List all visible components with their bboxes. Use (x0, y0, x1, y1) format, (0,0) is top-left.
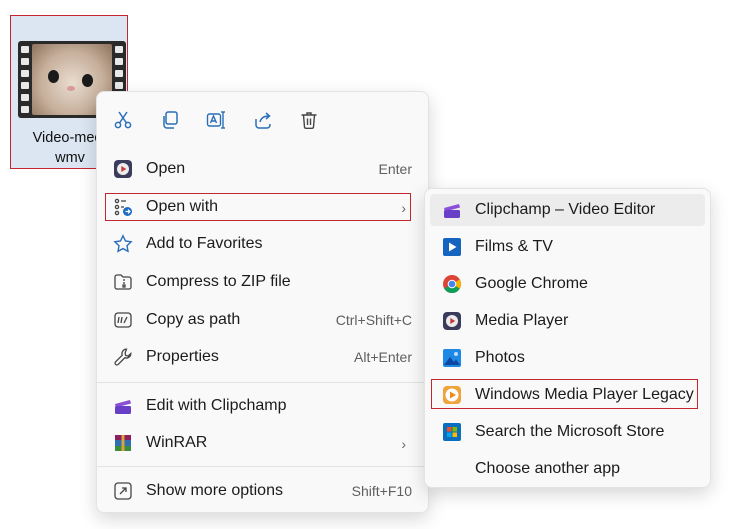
submenu-item-films-tv[interactable]: Films & TV (430, 231, 705, 263)
media-player-icon (442, 311, 462, 331)
media-player-icon (113, 159, 133, 179)
rename-button[interactable] (204, 108, 228, 132)
submenu-item-media-player[interactable]: Media Player (430, 305, 705, 337)
menu-separator (97, 466, 428, 467)
trash-icon (301, 112, 317, 129)
menu-item-open[interactable]: Open Enter (105, 154, 420, 184)
submenu-item-photos[interactable]: Photos (430, 342, 705, 374)
menu-item-show-more-options[interactable]: Show more options Shift+F10 (105, 476, 420, 506)
clipchamp-icon (113, 396, 133, 416)
menu-separator (97, 382, 428, 383)
menu-item-properties[interactable]: Properties Alt+Enter (105, 342, 420, 372)
open-with-submenu: Clipchamp – Video Editor Films & TV Goog… (424, 188, 711, 488)
clipchamp-icon (442, 200, 462, 220)
delete-button[interactable] (297, 108, 321, 132)
submenu-item-clipchamp[interactable]: Clipchamp – Video Editor (430, 194, 705, 226)
submenu-item-search-microsoft-store[interactable]: Search the Microsoft Store (430, 416, 705, 448)
copy-icon (163, 111, 178, 129)
menu-item-open-with[interactable]: Open with › (105, 192, 420, 222)
films-tv-icon (442, 237, 462, 257)
submenu-item-google-chrome[interactable]: Google Chrome (430, 268, 705, 300)
menu-item-winrar[interactable]: WinRAR › (105, 428, 420, 458)
film-perforation-left (19, 46, 31, 113)
menu-item-edit-with-clipchamp[interactable]: Edit with Clipchamp (105, 391, 420, 421)
chevron-right-icon: › (401, 436, 406, 452)
context-menu: Open Enter Open with › Add to Favorites (96, 91, 429, 513)
show-more-icon (113, 481, 133, 501)
copy-path-icon (113, 310, 133, 330)
photos-icon (442, 348, 462, 368)
share-button[interactable] (251, 108, 275, 132)
chevron-right-icon: › (401, 200, 406, 216)
submenu-item-windows-media-player-legacy[interactable]: Windows Media Player Legacy (430, 379, 705, 411)
menu-item-compress-zip[interactable]: Compress to ZIP file (105, 267, 420, 297)
wrench-icon (113, 347, 133, 367)
share-icon (255, 112, 271, 129)
star-icon (113, 234, 133, 254)
menu-item-add-to-favorites[interactable]: Add to Favorites (105, 229, 420, 259)
copy-button[interactable] (158, 108, 182, 132)
chrome-icon (442, 274, 462, 294)
scissors-icon (114, 111, 132, 129)
open-with-icon (113, 197, 133, 217)
menu-item-copy-as-path[interactable]: Copy as path Ctrl+Shift+C (105, 305, 420, 335)
zip-folder-icon (113, 272, 133, 292)
submenu-item-choose-another-app[interactable]: Choose another app (430, 453, 705, 485)
rename-icon (206, 111, 225, 129)
windows-media-player-icon (442, 385, 462, 405)
cut-button[interactable] (111, 108, 135, 132)
winrar-icon (113, 433, 133, 453)
microsoft-store-icon (442, 422, 462, 442)
